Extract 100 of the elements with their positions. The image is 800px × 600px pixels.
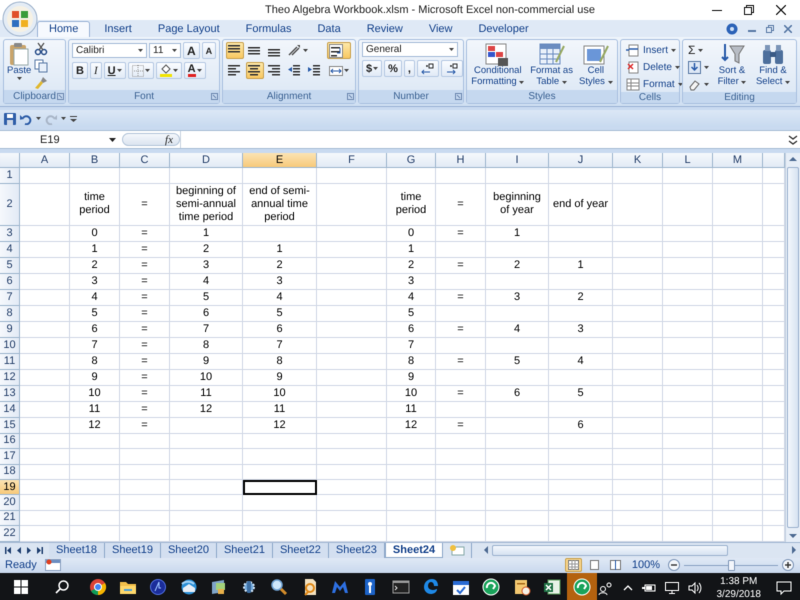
- sheet-tab[interactable]: Sheet19: [104, 542, 161, 558]
- row-header[interactable]: 18: [0, 464, 20, 480]
- conditional-formatting-button[interactable]: Conditional Formatting: [470, 42, 526, 87]
- paste-button[interactable]: Paste: [7, 42, 32, 80]
- row-header[interactable]: 5: [0, 258, 20, 274]
- table-cell: 5: [170, 290, 243, 306]
- row-header[interactable]: 13: [0, 386, 20, 402]
- sheet-tab[interactable]: Sheet18: [49, 542, 105, 558]
- clock[interactable]: 1:38 PM 3/29/2018: [716, 575, 761, 600]
- row-header[interactable]: 1: [0, 168, 20, 184]
- table-cell: 10: [70, 386, 120, 402]
- table-cell: 1: [486, 226, 549, 242]
- table-cell: 3: [170, 258, 243, 274]
- ribbon-tab[interactable]: Insert: [92, 21, 144, 37]
- row-header[interactable]: 14: [0, 402, 20, 418]
- row-header[interactable]: 22: [0, 526, 20, 542]
- autosum-button[interactable]: Σ: [686, 42, 711, 58]
- status-text: Ready: [5, 559, 37, 572]
- insert-cells-button[interactable]: Insert: [624, 42, 685, 58]
- table-cell: 3: [549, 322, 613, 338]
- table-cell: 1: [70, 242, 120, 258]
- column-header[interactable]: J: [549, 153, 613, 168]
- row-header[interactable]: 2: [0, 184, 20, 226]
- column-header[interactable]: B: [70, 153, 120, 168]
- row-header[interactable]: 10: [0, 338, 20, 354]
- italic-button[interactable]: I: [90, 62, 102, 79]
- row-header[interactable]: 9: [0, 322, 20, 338]
- row-header[interactable]: 4: [0, 242, 20, 258]
- number-format-field[interactable]: General: [362, 42, 458, 57]
- bold-button[interactable]: B: [72, 62, 88, 79]
- ribbon-tab[interactable]: Page Layout: [146, 21, 232, 37]
- shrink-font-button[interactable]: A: [202, 42, 216, 59]
- table-cell: 5: [387, 306, 436, 322]
- column-header[interactable]: D: [170, 153, 243, 168]
- row-header[interactable]: 7: [0, 290, 20, 306]
- row-header[interactable]: 3: [0, 226, 20, 242]
- column-header[interactable]: M: [713, 153, 763, 168]
- sheet-tab[interactable]: Sheet23: [328, 542, 385, 558]
- row-header[interactable]: 15: [0, 418, 20, 434]
- ribbon-tab[interactable]: Data: [305, 21, 353, 37]
- table-cell: 11: [70, 402, 120, 418]
- column-header[interactable]: I: [486, 153, 549, 168]
- table-cell: 9: [387, 370, 436, 386]
- table-cell: =: [120, 274, 170, 290]
- font-name-field[interactable]: Calibri: [72, 43, 147, 58]
- column-header[interactable]: F: [317, 153, 387, 168]
- table-cell: 8: [243, 354, 317, 370]
- row-header[interactable]: 17: [0, 449, 20, 465]
- column-header[interactable]: K: [613, 153, 663, 168]
- table-cell: time period: [70, 184, 120, 226]
- table-cell: 2: [70, 258, 120, 274]
- ribbon-tab[interactable]: Developer: [466, 21, 541, 37]
- ribbon-tab[interactable]: Home: [37, 21, 90, 37]
- column-header[interactable]: H: [436, 153, 486, 168]
- ribbon-tab[interactable]: View: [416, 21, 464, 37]
- row-header[interactable]: 16: [0, 434, 20, 450]
- ribbon-tab[interactable]: Review: [354, 21, 415, 37]
- column-header[interactable]: C: [120, 153, 170, 168]
- row-header[interactable]: 12: [0, 370, 20, 386]
- row-header[interactable]: 21: [0, 510, 20, 526]
- percent-button[interactable]: %: [384, 60, 402, 77]
- font-size-field[interactable]: 11: [149, 43, 181, 58]
- comma-button[interactable]: ,: [404, 60, 415, 77]
- row-header[interactable]: 6: [0, 274, 20, 290]
- sheet-tab[interactable]: Sheet21: [216, 542, 273, 558]
- sheet-tab[interactable]: Sheet20: [160, 542, 217, 558]
- ribbon-tab[interactable]: Formulas: [234, 21, 304, 37]
- column-header[interactable]: L: [663, 153, 713, 168]
- sheet-tab[interactable]: Sheet24: [384, 542, 444, 558]
- table-cell: 5: [486, 354, 549, 370]
- table-cell: =: [120, 322, 170, 338]
- table-cell: 7: [243, 338, 317, 354]
- table-cell: 8: [387, 354, 436, 370]
- table-cell: =: [120, 306, 170, 322]
- column-header[interactable]: A: [20, 153, 70, 168]
- table-cell: end of year: [549, 184, 613, 226]
- font-color-button[interactable]: A: [184, 62, 206, 79]
- table-cell: 3: [486, 290, 549, 306]
- sort-filter-button[interactable]: Sort & Filter: [714, 42, 750, 87]
- column-header[interactable]: E: [243, 153, 317, 168]
- row-header[interactable]: 20: [0, 495, 20, 511]
- cell-styles-button[interactable]: Cell Styles: [578, 42, 614, 87]
- row-header[interactable]: 19: [0, 480, 20, 496]
- table-cell: 4: [70, 290, 120, 306]
- table-cell: 10: [170, 370, 243, 386]
- sheet-tab[interactable]: Sheet22: [272, 542, 329, 558]
- table-cell: 4: [170, 274, 243, 290]
- group-label: Number: [393, 91, 429, 102]
- table-cell: =: [436, 322, 486, 338]
- column-header[interactable]: G: [387, 153, 436, 168]
- find-select-button[interactable]: Find & Select: [753, 42, 793, 87]
- insert-function-button[interactable]: fx: [122, 133, 180, 146]
- group-label: Cells: [638, 92, 662, 103]
- grow-font-button[interactable]: A: [183, 42, 200, 59]
- row-header[interactable]: 8: [0, 306, 20, 322]
- row-header[interactable]: 11: [0, 354, 20, 370]
- name-box[interactable]: E19: [0, 131, 122, 148]
- format-as-table-button[interactable]: Format as Table: [528, 42, 575, 87]
- underline-button[interactable]: U: [104, 62, 126, 79]
- currency-button[interactable]: $: [362, 60, 382, 77]
